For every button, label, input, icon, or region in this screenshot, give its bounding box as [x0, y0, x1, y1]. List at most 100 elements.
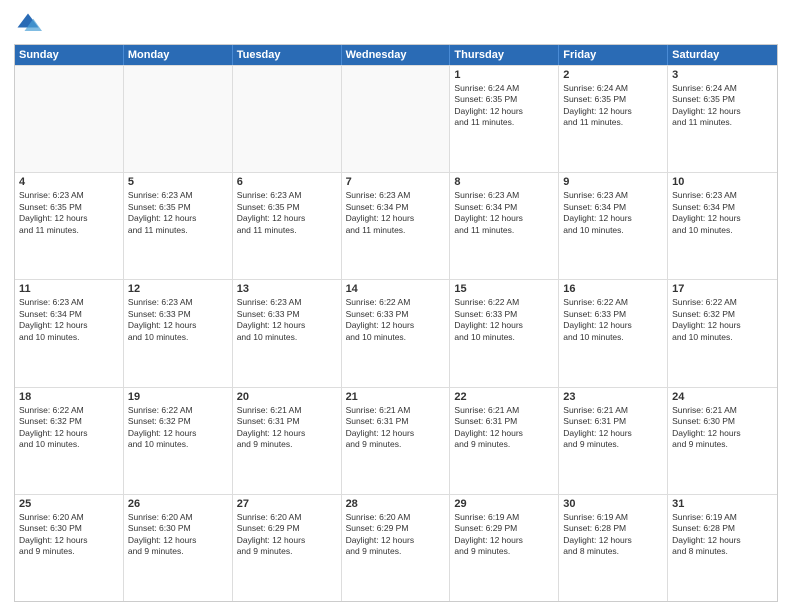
day-number: 30	[563, 498, 663, 510]
calendar-cell-r2-c2: 13 Sunrise: 6:23 AM Sunset: 6:33 PM Dayli…	[233, 280, 342, 386]
calendar-cell-r3-c5: 23 Sunrise: 6:21 AM Sunset: 6:31 PM Dayli…	[559, 388, 668, 494]
cell-info: Sunrise: 6:22 AM Sunset: 6:33 PM Dayligh…	[563, 297, 663, 343]
calendar-cell-r2-c0: 11Sunrise: 6:23 AM Sunset: 6:34 PM Dayli…	[15, 280, 124, 386]
calendar-row-1: 4 Sunrise: 6:23 AM Sunset: 6:35 PM Daylig…	[15, 172, 777, 279]
day-number: 24	[672, 391, 773, 403]
cell-info: Sunrise: 6:20 AM Sunset: 6:30 PM Dayligh…	[128, 512, 228, 558]
calendar-cell-r2-c3: 14 Sunrise: 6:22 AM Sunset: 6:33 PM Dayli…	[342, 280, 451, 386]
header-tuesday: Tuesday	[233, 45, 342, 65]
calendar-cell-r4-c0: 25Sunrise: 6:20 AM Sunset: 6:30 PM Dayli…	[15, 495, 124, 601]
calendar-cell-r1-c6: 10 Sunrise: 6:23 AM Sunset: 6:34 PM Dayli…	[668, 173, 777, 279]
day-number: 6	[237, 176, 337, 188]
calendar-cell-r2-c5: 16 Sunrise: 6:22 AM Sunset: 6:33 PM Dayli…	[559, 280, 668, 386]
day-number: 10	[672, 176, 773, 188]
day-number: 2	[563, 69, 663, 81]
page: Sunday Monday Tuesday Wednesday Thursday…	[0, 0, 792, 612]
day-number: 22	[454, 391, 554, 403]
calendar-cell-r1-c4: 8 Sunrise: 6:23 AM Sunset: 6:34 PM Daylig…	[450, 173, 559, 279]
day-number: 16	[563, 283, 663, 295]
calendar-cell-r2-c1: 12Sunrise: 6:23 AM Sunset: 6:33 PM Dayli…	[124, 280, 233, 386]
cell-info: Sunrise: 6:21 AM Sunset: 6:31 PM Dayligh…	[454, 405, 554, 451]
cell-info: Sunrise: 6:21 AM Sunset: 6:30 PM Dayligh…	[672, 405, 773, 451]
calendar-row-3: 18 Sunrise: 6:22 AM Sunset: 6:32 PM Dayli…	[15, 387, 777, 494]
header-thursday: Thursday	[450, 45, 559, 65]
logo	[14, 10, 46, 38]
calendar-row-2: 11Sunrise: 6:23 AM Sunset: 6:34 PM Dayli…	[15, 279, 777, 386]
cell-info: Sunrise: 6:23 AM Sunset: 6:35 PM Dayligh…	[19, 190, 119, 236]
day-number: 25	[19, 498, 119, 510]
calendar-cell-r4-c3: 28 Sunrise: 6:20 AM Sunset: 6:29 PM Dayli…	[342, 495, 451, 601]
header-friday: Friday	[559, 45, 668, 65]
day-number: 21	[346, 391, 446, 403]
cell-info: Sunrise: 6:22 AM Sunset: 6:32 PM Dayligh…	[19, 405, 119, 451]
day-number: 4	[19, 176, 119, 188]
cell-info: Sunrise: 6:19 AM Sunset: 6:28 PM Dayligh…	[563, 512, 663, 558]
cell-info: Sunrise: 6:20 AM Sunset: 6:29 PM Dayligh…	[346, 512, 446, 558]
calendar-cell-r3-c6: 24 Sunrise: 6:21 AM Sunset: 6:30 PM Dayli…	[668, 388, 777, 494]
cell-info: Sunrise: 6:22 AM Sunset: 6:33 PM Dayligh…	[454, 297, 554, 343]
calendar-body: 1 Sunrise: 6:24 AM Sunset: 6:35 PM Daylig…	[15, 65, 777, 601]
cell-info: Sunrise: 6:20 AM Sunset: 6:29 PM Dayligh…	[237, 512, 337, 558]
cell-info: Sunrise: 6:21 AM Sunset: 6:31 PM Dayligh…	[237, 405, 337, 451]
calendar-cell-r4-c4: 29Sunrise: 6:19 AM Sunset: 6:29 PM Dayli…	[450, 495, 559, 601]
cell-info: Sunrise: 6:19 AM Sunset: 6:28 PM Dayligh…	[672, 512, 773, 558]
day-number: 14	[346, 283, 446, 295]
cell-info: Sunrise: 6:23 AM Sunset: 6:33 PM Dayligh…	[237, 297, 337, 343]
day-number: 5	[128, 176, 228, 188]
header	[14, 10, 778, 38]
header-sunday: Sunday	[15, 45, 124, 65]
day-number: 19	[128, 391, 228, 403]
day-number: 7	[346, 176, 446, 188]
header-wednesday: Wednesday	[342, 45, 451, 65]
calendar-cell-r0-c4: 1 Sunrise: 6:24 AM Sunset: 6:35 PM Daylig…	[450, 66, 559, 172]
calendar-cell-r0-c1	[124, 66, 233, 172]
calendar-cell-r4-c1: 26 Sunrise: 6:20 AM Sunset: 6:30 PM Dayli…	[124, 495, 233, 601]
cell-info: Sunrise: 6:24 AM Sunset: 6:35 PM Dayligh…	[454, 83, 554, 129]
calendar-cell-r3-c3: 21 Sunrise: 6:21 AM Sunset: 6:31 PM Dayli…	[342, 388, 451, 494]
day-number: 3	[672, 69, 773, 81]
calendar-cell-r1-c0: 4 Sunrise: 6:23 AM Sunset: 6:35 PM Daylig…	[15, 173, 124, 279]
calendar: Sunday Monday Tuesday Wednesday Thursday…	[14, 44, 778, 602]
cell-info: Sunrise: 6:23 AM Sunset: 6:35 PM Dayligh…	[128, 190, 228, 236]
day-number: 13	[237, 283, 337, 295]
calendar-cell-r0-c3	[342, 66, 451, 172]
calendar-cell-r1-c5: 9 Sunrise: 6:23 AM Sunset: 6:34 PM Daylig…	[559, 173, 668, 279]
cell-info: Sunrise: 6:23 AM Sunset: 6:34 PM Dayligh…	[454, 190, 554, 236]
cell-info: Sunrise: 6:21 AM Sunset: 6:31 PM Dayligh…	[346, 405, 446, 451]
logo-icon	[14, 10, 42, 38]
cell-info: Sunrise: 6:24 AM Sunset: 6:35 PM Dayligh…	[672, 83, 773, 129]
cell-info: Sunrise: 6:23 AM Sunset: 6:35 PM Dayligh…	[237, 190, 337, 236]
calendar-cell-r1-c3: 7 Sunrise: 6:23 AM Sunset: 6:34 PM Daylig…	[342, 173, 451, 279]
calendar-cell-r0-c0	[15, 66, 124, 172]
calendar-cell-r2-c6: 17Sunrise: 6:22 AM Sunset: 6:32 PM Dayli…	[668, 280, 777, 386]
cell-info: Sunrise: 6:23 AM Sunset: 6:34 PM Dayligh…	[672, 190, 773, 236]
calendar-cell-r3-c2: 20Sunrise: 6:21 AM Sunset: 6:31 PM Dayli…	[233, 388, 342, 494]
cell-info: Sunrise: 6:23 AM Sunset: 6:34 PM Dayligh…	[563, 190, 663, 236]
cell-info: Sunrise: 6:23 AM Sunset: 6:34 PM Dayligh…	[346, 190, 446, 236]
day-number: 23	[563, 391, 663, 403]
day-number: 1	[454, 69, 554, 81]
day-number: 31	[672, 498, 773, 510]
calendar-row-0: 1 Sunrise: 6:24 AM Sunset: 6:35 PM Daylig…	[15, 65, 777, 172]
calendar-cell-r0-c6: 3 Sunrise: 6:24 AM Sunset: 6:35 PM Daylig…	[668, 66, 777, 172]
cell-info: Sunrise: 6:22 AM Sunset: 6:32 PM Dayligh…	[128, 405, 228, 451]
cell-info: Sunrise: 6:21 AM Sunset: 6:31 PM Dayligh…	[563, 405, 663, 451]
cell-info: Sunrise: 6:23 AM Sunset: 6:34 PM Dayligh…	[19, 297, 119, 343]
day-number: 27	[237, 498, 337, 510]
day-number: 15	[454, 283, 554, 295]
header-saturday: Saturday	[668, 45, 777, 65]
calendar-row-4: 25 Sunrise: 6:20 AM Sunset: 6:30 PM Dayli…	[15, 494, 777, 601]
day-number: 28	[346, 498, 446, 510]
cell-info: Sunrise: 6:19 AM Sunset: 6:29 PM Dayligh…	[454, 512, 554, 558]
day-number: 8	[454, 176, 554, 188]
cell-info: Sunrise: 6:22 AM Sunset: 6:33 PM Dayligh…	[346, 297, 446, 343]
day-number: 18	[19, 391, 119, 403]
day-number: 9	[563, 176, 663, 188]
calendar-cell-r1-c1: 5 Sunrise: 6:23 AM Sunset: 6:35 PM Daylig…	[124, 173, 233, 279]
calendar-header-row: Sunday Monday Tuesday Wednesday Thursday…	[15, 45, 777, 65]
calendar-cell-r2-c4: 15 Sunrise: 6:22 AM Sunset: 6:33 PM Dayli…	[450, 280, 559, 386]
cell-info: Sunrise: 6:22 AM Sunset: 6:32 PM Dayligh…	[672, 297, 773, 343]
day-number: 12	[128, 283, 228, 295]
day-number: 26	[128, 498, 228, 510]
calendar-cell-r4-c6: 31 Sunrise: 6:19 AM Sunset: 6:28 PM Dayli…	[668, 495, 777, 601]
